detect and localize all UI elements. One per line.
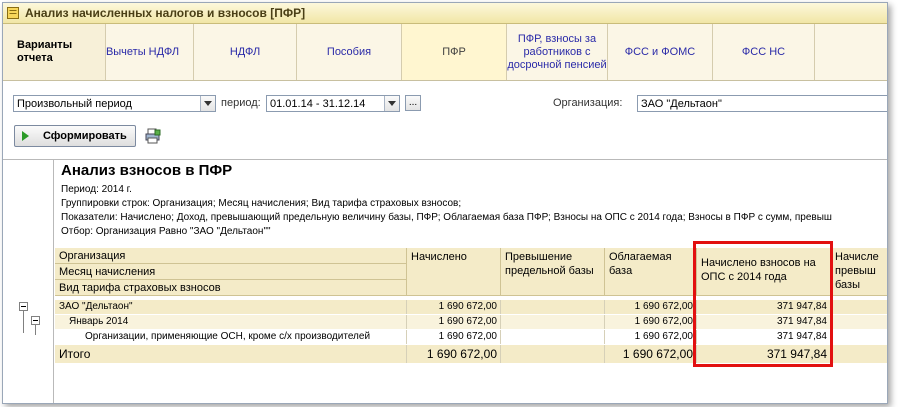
- table-row[interactable]: ЗАО "Дельтаон" 1 690 672,00 1 690 672,00…: [55, 300, 887, 314]
- report-window: Анализ начисленных налогов и взносов [ПФ…: [2, 2, 888, 404]
- tab-pfr[interactable]: ПФР: [402, 24, 507, 80]
- col-header-ops: Начислено взносов на ОПС с 2014 года: [697, 248, 831, 296]
- organization-label: Организация:: [553, 97, 623, 109]
- col-header-accrued: Начислено: [407, 248, 501, 296]
- tab-fss-ns[interactable]: ФСС НС: [713, 24, 815, 80]
- tab-empty: [815, 24, 887, 80]
- tab-ndfl[interactable]: НДФЛ: [194, 24, 297, 80]
- organization-field[interactable]: ЗАО "Дельтаон": [637, 95, 887, 112]
- title-bar: Анализ начисленных налогов и взносов [ПФ…: [3, 3, 887, 24]
- period-type-select[interactable]: Произвольный период: [13, 95, 216, 112]
- report-filter: Отбор: Организация Равно "ЗАО "Дельтаон"…: [61, 226, 271, 237]
- row-name: Организации, применяющие ОСН, кроме с/х …: [55, 330, 407, 344]
- col-header-base: Облагаемая база: [605, 248, 697, 296]
- generate-button[interactable]: Сформировать: [14, 125, 136, 147]
- total-base: 1 690 672,00: [605, 345, 697, 363]
- row-accrued: 1 690 672,00: [407, 315, 501, 329]
- tree-line: [35, 325, 36, 335]
- tree-line: [23, 311, 24, 333]
- total-name: Итого: [55, 345, 407, 363]
- row-header-tariff: Вид тарифа страховых взносов: [55, 280, 407, 296]
- report-period: Период: 2014 г.: [61, 184, 132, 195]
- row-accrued: 1 690 672,00: [407, 300, 501, 314]
- table-row[interactable]: Организации, применяющие ОСН, кроме с/х …: [55, 330, 887, 344]
- total-ops: 371 947,84: [697, 345, 831, 363]
- print-icon[interactable]: [145, 128, 161, 144]
- table-row[interactable]: Январь 2014 1 690 672,00 1 690 672,00 37…: [55, 315, 887, 329]
- tab-pfr-early-pension[interactable]: ПФР, взносы за работников с досрочной пе…: [507, 24, 608, 80]
- collapse-icon[interactable]: [31, 316, 40, 325]
- row-base: 1 690 672,00: [605, 330, 697, 344]
- report-margin-line: [53, 160, 54, 403]
- period-type-value: Произвольный период: [17, 98, 132, 110]
- row-header-month: Месяц начисления: [55, 264, 407, 280]
- period-label: период:: [221, 97, 261, 109]
- total-excess: [501, 345, 605, 363]
- collapse-icon[interactable]: [19, 302, 28, 311]
- tab-fss-foms[interactable]: ФСС и ФОМС: [608, 24, 713, 80]
- chevron-down-icon[interactable]: [200, 96, 215, 111]
- row-header-organization: Организация: [55, 248, 407, 264]
- play-icon: [22, 131, 29, 141]
- tab-report-variants[interactable]: Варианты отчета: [3, 24, 106, 80]
- row-excess: [501, 315, 605, 329]
- chevron-down-icon[interactable]: [384, 96, 399, 111]
- row-name: Январь 2014: [55, 315, 407, 329]
- col-header-excess-contrib: Начисле превыш базы: [831, 248, 887, 296]
- window-icon: [7, 7, 19, 19]
- row-accrued: 1 690 672,00: [407, 330, 501, 344]
- row-excess: [501, 300, 605, 314]
- row-ops: 371 947,84: [697, 330, 831, 344]
- report-area: Анализ взносов в ПФР Период: 2014 г. Гру…: [3, 159, 887, 403]
- row-ops: 371 947,84: [697, 315, 831, 329]
- organization-value: ЗАО "Дельтаон": [641, 98, 722, 110]
- generate-label: Сформировать: [43, 130, 127, 142]
- row-base: 1 690 672,00: [605, 315, 697, 329]
- tab-ndfl-deductions[interactable]: Вычеты НДФЛ: [92, 24, 194, 80]
- total-row[interactable]: Итого 1 690 672,00 1 690 672,00 371 947,…: [55, 345, 887, 363]
- total-accrued: 1 690 672,00: [407, 345, 501, 363]
- period-select[interactable]: 01.01.14 - 31.12.14: [266, 95, 400, 112]
- col-header-excess: Превышение предельной базы: [501, 248, 605, 296]
- period-value: 01.01.14 - 31.12.14: [270, 98, 366, 110]
- row-excess: [501, 330, 605, 344]
- period-choose-button[interactable]: ...: [405, 95, 421, 111]
- filter-panel: Произвольный период период: 01.01.14 - 3…: [3, 81, 887, 159]
- row-ops: 371 947,84: [697, 300, 831, 314]
- report-tabs: Варианты отчета Вычеты НДФЛ НДФЛ Пособия…: [3, 24, 887, 81]
- window-title: Анализ начисленных налогов и взносов [ПФ…: [25, 6, 306, 20]
- row-base: 1 690 672,00: [605, 300, 697, 314]
- report-indicators: Показатели: Начислено; Доход, превышающи…: [61, 212, 832, 223]
- report-title: Анализ взносов в ПФР: [61, 162, 233, 179]
- tab-benefits[interactable]: Пособия: [297, 24, 402, 80]
- row-name: ЗАО "Дельтаон": [55, 300, 407, 314]
- report-groupings: Группировки строк: Организация; Месяц на…: [61, 198, 462, 209]
